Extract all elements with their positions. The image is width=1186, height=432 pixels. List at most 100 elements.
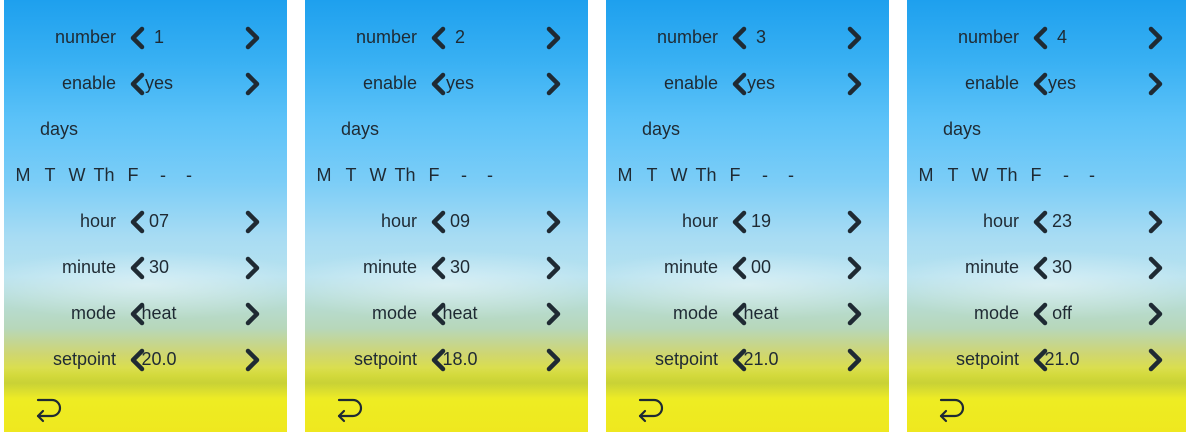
day-toggle-2[interactable]: T: [639, 165, 665, 186]
setpoint-increase-chevron-right-icon[interactable]: [1147, 348, 1165, 372]
day-toggle-1[interactable]: M: [612, 165, 638, 186]
back-return-arrow-icon[interactable]: [935, 396, 969, 424]
minute-value: 00: [750, 257, 772, 277]
hour-value: 09: [449, 211, 471, 231]
day-toggle-4[interactable]: Th: [693, 165, 719, 186]
setpoint-value: 21.0: [743, 349, 779, 369]
enable-increase-chevron-right-icon[interactable]: [545, 72, 563, 96]
back-return-arrow-icon[interactable]: [32, 396, 66, 424]
schedule-panel-3: number 3 enable yes days M T W Th F - - hour 19 minute…: [606, 0, 889, 432]
day-toggle-3[interactable]: W: [666, 165, 692, 186]
hour-increase-chevron-right-icon[interactable]: [244, 210, 262, 234]
enable-row: enable yes: [4, 64, 287, 104]
day-toggle-5[interactable]: F: [421, 165, 447, 186]
enable-row: enable yes: [606, 64, 889, 104]
enable-increase-chevron-right-icon[interactable]: [1147, 72, 1165, 96]
number-increase-chevron-right-icon[interactable]: [1147, 26, 1165, 50]
enable-label: enable: [663, 73, 718, 93]
day-toggle-6[interactable]: -: [150, 165, 176, 186]
day-toggle-6[interactable]: -: [1053, 165, 1079, 186]
day-toggle-6[interactable]: -: [451, 165, 477, 186]
setpoint-label: setpoint: [52, 349, 116, 369]
number-row: number 4: [907, 18, 1186, 58]
hour-label: hour: [982, 211, 1019, 231]
mode-increase-chevron-right-icon[interactable]: [244, 302, 262, 326]
mode-label: mode: [371, 303, 417, 323]
minute-increase-chevron-right-icon[interactable]: [1147, 256, 1165, 280]
day-toggle-4[interactable]: Th: [91, 165, 117, 186]
day-selector-row: M T W Th F - -: [4, 156, 287, 196]
enable-increase-chevron-right-icon[interactable]: [244, 72, 262, 96]
days-label: days: [642, 119, 681, 139]
hour-increase-chevron-right-icon[interactable]: [1147, 210, 1165, 234]
day-toggle-4[interactable]: Th: [994, 165, 1020, 186]
mode-increase-chevron-right-icon[interactable]: [846, 302, 864, 326]
mode-row: mode heat: [305, 294, 588, 334]
day-toggle-7[interactable]: -: [176, 165, 202, 186]
day-toggle-2[interactable]: T: [940, 165, 966, 186]
day-selector-row: M T W Th F - -: [907, 156, 1186, 196]
day-toggle-3[interactable]: W: [967, 165, 993, 186]
minute-value: 30: [148, 257, 170, 277]
day-toggle-5[interactable]: F: [722, 165, 748, 186]
setpoint-row: setpoint 20.0: [4, 340, 287, 380]
enable-label: enable: [61, 73, 116, 93]
enable-row: enable yes: [907, 64, 1186, 104]
setpoint-label: setpoint: [353, 349, 417, 369]
day-toggle-5[interactable]: F: [120, 165, 146, 186]
setpoint-increase-chevron-right-icon[interactable]: [545, 348, 563, 372]
hour-increase-chevron-right-icon[interactable]: [846, 210, 864, 234]
number-increase-chevron-right-icon[interactable]: [846, 26, 864, 50]
number-value: 4: [1056, 27, 1067, 47]
schedule-panel-1: number 1 enable yes days M T W Th F - - hour 07 minute…: [4, 0, 287, 432]
setpoint-increase-chevron-right-icon[interactable]: [846, 348, 864, 372]
hour-value: 07: [148, 211, 170, 231]
day-toggle-1[interactable]: M: [311, 165, 337, 186]
mode-label: mode: [70, 303, 116, 323]
day-toggle-1[interactable]: M: [10, 165, 36, 186]
minute-increase-chevron-right-icon[interactable]: [545, 256, 563, 280]
days-label: days: [943, 119, 982, 139]
day-toggle-2[interactable]: T: [37, 165, 63, 186]
number-increase-chevron-right-icon[interactable]: [545, 26, 563, 50]
setpoint-row: setpoint 18.0: [305, 340, 588, 380]
setpoint-label: setpoint: [654, 349, 718, 369]
days-row: days: [606, 110, 889, 150]
number-value: 1: [153, 27, 164, 47]
mode-increase-chevron-right-icon[interactable]: [1147, 302, 1165, 326]
day-toggle-5[interactable]: F: [1023, 165, 1049, 186]
number-value: 3: [755, 27, 766, 47]
mode-increase-chevron-right-icon[interactable]: [545, 302, 563, 326]
hour-row: hour 23: [907, 202, 1186, 242]
enable-row: enable yes: [305, 64, 588, 104]
mode-row: mode heat: [4, 294, 287, 334]
day-toggle-7[interactable]: -: [778, 165, 804, 186]
day-toggle-2[interactable]: T: [338, 165, 364, 186]
day-toggle-4[interactable]: Th: [392, 165, 418, 186]
setpoint-value: 18.0: [442, 349, 478, 369]
day-toggle-1[interactable]: M: [913, 165, 939, 186]
enable-increase-chevron-right-icon[interactable]: [846, 72, 864, 96]
number-label: number: [957, 27, 1019, 47]
setpoint-increase-chevron-right-icon[interactable]: [244, 348, 262, 372]
hour-label: hour: [79, 211, 116, 231]
day-toggle-3[interactable]: W: [64, 165, 90, 186]
number-increase-chevron-right-icon[interactable]: [244, 26, 262, 50]
day-toggle-7[interactable]: -: [477, 165, 503, 186]
back-return-arrow-icon[interactable]: [333, 396, 367, 424]
hour-row: hour 09: [305, 202, 588, 242]
day-toggle-7[interactable]: -: [1079, 165, 1105, 186]
back-return-arrow-icon[interactable]: [634, 396, 668, 424]
enable-value: yes: [746, 73, 775, 93]
minute-row: minute 30: [305, 248, 588, 288]
mode-value: heat: [141, 303, 177, 323]
minute-increase-chevron-right-icon[interactable]: [846, 256, 864, 280]
hour-value: 19: [750, 211, 772, 231]
hour-increase-chevron-right-icon[interactable]: [545, 210, 563, 234]
day-toggle-3[interactable]: W: [365, 165, 391, 186]
minute-value: 30: [449, 257, 471, 277]
minute-value: 30: [1051, 257, 1073, 277]
schedule-panel-4: number 4 enable yes days M T W Th F - - hour 23 minute…: [907, 0, 1186, 432]
minute-increase-chevron-right-icon[interactable]: [244, 256, 262, 280]
day-toggle-6[interactable]: -: [752, 165, 778, 186]
